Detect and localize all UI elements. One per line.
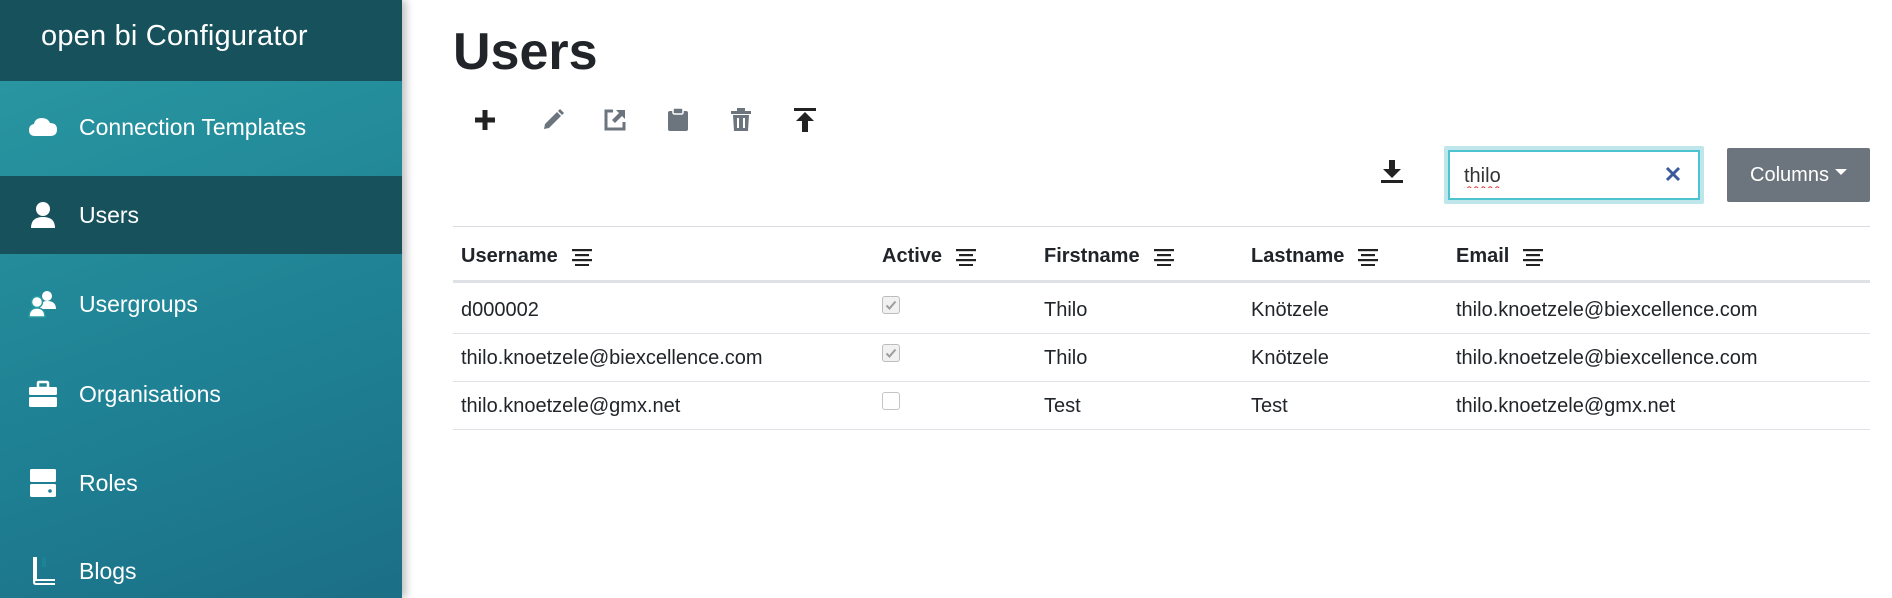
download-button[interactable]: [1374, 156, 1410, 192]
add-button[interactable]: [467, 104, 503, 140]
sidebar-item-label: Users: [79, 201, 140, 228]
header-label: Lastname: [1251, 245, 1345, 267]
sidebar-item-blogs[interactable]: Blogs: [0, 532, 402, 598]
user-icon: [28, 200, 58, 230]
sidebar-item-connection-templates[interactable]: Connection Templates: [0, 88, 402, 166]
header-label: Active: [882, 245, 943, 267]
upload-icon: [794, 107, 816, 137]
upload-button[interactable]: [787, 104, 823, 140]
cell-lastname: Knötzele: [1251, 299, 1329, 321]
header-label: Username: [461, 245, 558, 267]
search-box: [1444, 146, 1704, 204]
cell-email: thilo.knoetzele@biexcellence.com: [1456, 299, 1758, 321]
caret-down-icon: [1834, 169, 1847, 175]
external-link-icon: [603, 108, 627, 137]
search-field-frame: [1448, 150, 1700, 200]
table-header: Username Active Firstname Lastname Email: [453, 227, 1870, 283]
header-lastname[interactable]: Lastname: [1251, 245, 1379, 268]
cell-username: thilo.knoetzele@biexcellence.com: [461, 347, 763, 369]
book-icon: [28, 556, 58, 586]
cell-username: thilo.knoetzele@gmx.net: [461, 395, 681, 417]
cell-email: thilo.knoetzele@biexcellence.com: [1456, 347, 1758, 369]
page-title: Users: [453, 23, 598, 81]
paste-button[interactable]: [660, 104, 696, 140]
columns-label: Columns: [1750, 163, 1829, 186]
pencil-icon: [542, 108, 564, 136]
cell-firstname: Test: [1044, 395, 1081, 417]
users-icon: [28, 289, 58, 319]
plus-icon: [474, 109, 496, 136]
sort-icon[interactable]: [1523, 248, 1544, 266]
active-checkbox[interactable]: [882, 344, 900, 362]
download-icon: [1381, 159, 1403, 189]
sort-icon[interactable]: [1358, 248, 1379, 266]
briefcase-icon: [28, 379, 58, 409]
header-active[interactable]: Active: [882, 245, 977, 268]
active-checkbox[interactable]: [882, 392, 900, 410]
sidebar-item-organisations[interactable]: Organisations: [0, 355, 402, 433]
clipboard-icon: [667, 106, 689, 137]
sidebar-item-label: Usergroups: [79, 290, 198, 317]
header-label: Firstname: [1044, 245, 1140, 267]
header-username[interactable]: Username: [461, 245, 592, 268]
header-label: Email: [1456, 245, 1510, 267]
cell-email: thilo.knoetzele@gmx.net: [1456, 395, 1676, 417]
clear-search-button[interactable]: [1662, 165, 1684, 187]
app-title: open bi Configurator: [0, 0, 402, 81]
table-row[interactable]: thilo.knoetzele@gmx.net Test Test thilo.…: [453, 382, 1870, 430]
sidebar-item-label: Organisations: [79, 380, 221, 407]
columns-dropdown-button[interactable]: Columns: [1727, 148, 1870, 202]
edit-button[interactable]: [535, 104, 571, 140]
close-icon: [1665, 166, 1681, 187]
sort-icon[interactable]: [571, 248, 592, 266]
cloud-icon: [28, 112, 58, 142]
delete-button[interactable]: [723, 104, 759, 140]
search-input[interactable]: [1464, 162, 1654, 190]
sidebar: open bi Configurator Connection Template…: [0, 0, 402, 598]
cell-lastname: Test: [1251, 395, 1288, 417]
header-firstname[interactable]: Firstname: [1044, 245, 1174, 268]
sidebar-item-label: Connection Templates: [79, 113, 307, 140]
sidebar-item-users[interactable]: Users: [0, 176, 402, 254]
sort-icon[interactable]: [1153, 248, 1174, 266]
sidebar-item-usergroups[interactable]: Usergroups: [0, 265, 402, 343]
server-icon: [28, 468, 58, 498]
table-row[interactable]: thilo.knoetzele@biexcellence.com Thilo K…: [453, 334, 1870, 382]
cell-firstname: Thilo: [1044, 347, 1088, 369]
sidebar-item-label: Roles: [79, 469, 138, 496]
open-external-button[interactable]: [597, 104, 633, 140]
cell-username: d000002: [461, 299, 539, 321]
header-email[interactable]: Email: [1456, 245, 1544, 268]
trash-icon: [731, 107, 751, 137]
cell-lastname: Knötzele: [1251, 347, 1329, 369]
sidebar-item-roles[interactable]: Roles: [0, 444, 402, 522]
sidebar-item-label: Blogs: [79, 557, 137, 584]
table-row[interactable]: d000002 Thilo Knötzele thilo.knoetzele@b…: [453, 286, 1870, 334]
cell-firstname: Thilo: [1044, 299, 1088, 321]
active-checkbox[interactable]: [882, 296, 900, 314]
sort-icon[interactable]: [956, 248, 977, 266]
